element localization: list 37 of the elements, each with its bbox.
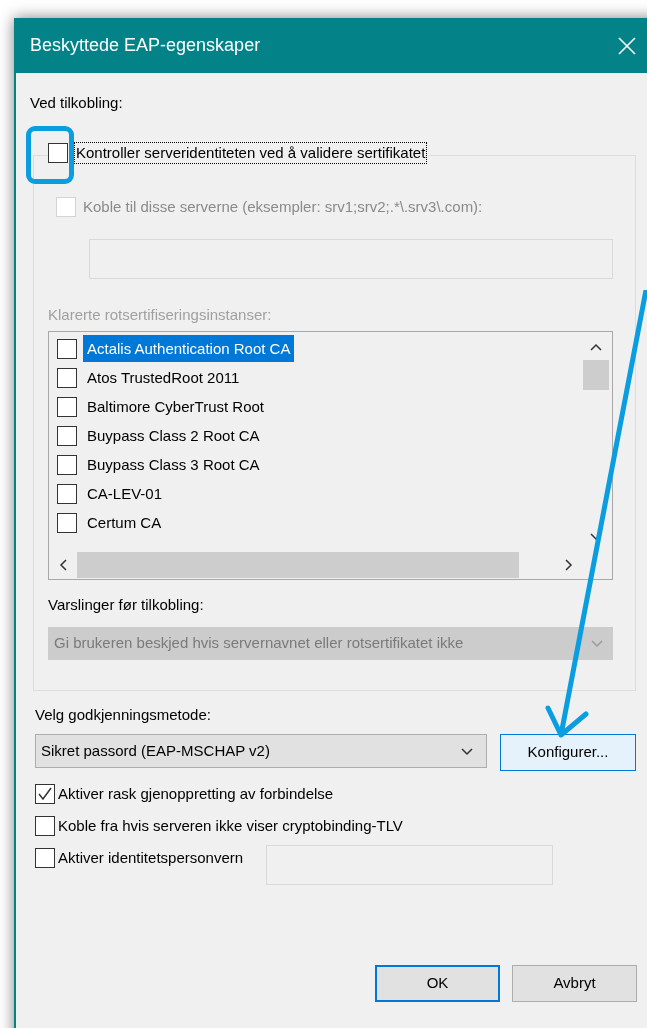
certificate-item[interactable]: Buypass Class 2 Root CA	[83, 422, 264, 449]
highlight-frame	[26, 126, 74, 184]
dropdown-value: Gi brukeren beskjed hvis servernavnet eller rotsertifikatet ikke	[54, 632, 464, 653]
checkbox[interactable]	[57, 367, 77, 388]
checkbox[interactable]	[35, 816, 55, 836]
scrollbar-thumb[interactable]	[77, 551, 519, 578]
certificate-item[interactable]: Atos TrustedRoot 2011	[83, 364, 244, 391]
dialog-button[interactable]: Avbryt	[512, 965, 637, 1002]
certificate-item[interactable]: Actalis Authentication Root CA	[83, 335, 295, 362]
auth-method-label: Velg godkjenningsmetode:	[35, 704, 212, 725]
close-icon[interactable]	[618, 36, 636, 55]
window-title: Beskyttede EAP-egenskaper	[30, 34, 261, 57]
checkbox[interactable]	[35, 784, 55, 804]
certificate-item[interactable]: Certum CA	[83, 509, 166, 536]
checkbox[interactable]	[57, 512, 77, 533]
auth-method-dropdown[interactable]: Sikret passord (EAP-MSCHAP v2)	[35, 734, 487, 768]
checkbox[interactable]	[57, 338, 77, 359]
notifications-label: Varslinger før tilkobling:	[48, 595, 205, 615]
section-label: Ved tilkobling:	[30, 93, 124, 113]
checkbox-label[interactable]: Kontroller serveridentiteten ved å validere sertifikatet	[74, 142, 428, 164]
dialog-button[interactable]: OK	[375, 965, 500, 1002]
certificate-item[interactable]: Baltimore CyberTrust Root	[83, 393, 268, 420]
configure-button[interactable]: Konfigurer...	[500, 734, 636, 771]
list-label: Klarerte rotsertifiseringsinstanser:	[48, 304, 273, 325]
checkbox[interactable]	[57, 454, 77, 475]
scrollbar-thumb[interactable]	[583, 360, 609, 390]
option-label[interactable]: Koble fra hvis serveren ikke viser cryptobinding-TLV	[58, 816, 403, 836]
certificate-item[interactable]: Buypass Class 3 Root CA	[83, 451, 264, 478]
certificate-item[interactable]: CA-LEV-01	[83, 480, 167, 507]
checkbox[interactable]	[57, 396, 77, 417]
checkbox[interactable]	[57, 425, 77, 446]
option-label[interactable]: Aktiver rask gjenoppretting av forbindelse	[58, 784, 334, 804]
option-label[interactable]: Aktiver identitetspersonvern	[58, 848, 244, 868]
checkbox[interactable]	[48, 143, 68, 163]
dropdown-value: Sikret passord (EAP-MSCHAP v2)	[41, 740, 270, 761]
checkbox[interactable]	[57, 483, 77, 504]
checkbox[interactable]	[35, 848, 55, 868]
